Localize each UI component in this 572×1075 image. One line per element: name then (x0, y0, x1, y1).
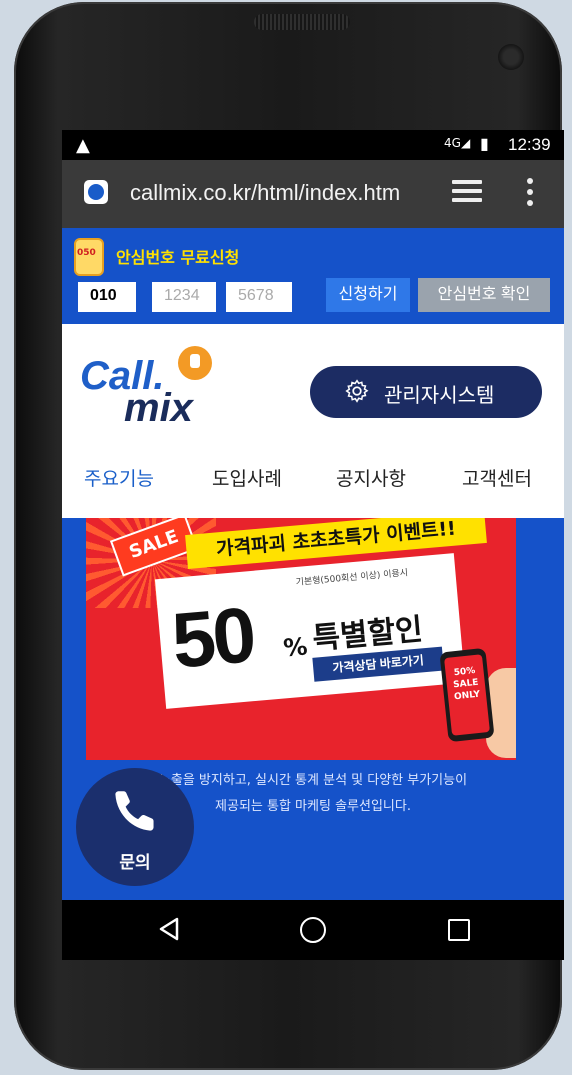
warning-icon: ▲ (76, 135, 90, 156)
screen: ▲ 4G◢ ▮ 12:39 callmix.co.kr/html/index.h… (62, 130, 564, 960)
battery-icon: ▮ (480, 134, 489, 153)
nav-item-features[interactable]: 주요기능 (84, 464, 154, 491)
admin-system-button[interactable]: 관리자시스템 (310, 366, 542, 418)
clock: 12:39 (508, 135, 551, 154)
gear-icon (345, 379, 369, 403)
safe-number-banner: 050 안심번호 무료신청 010 1234 5678 신청하기 안심번호 확인 (62, 228, 564, 324)
sale-phone-illustration: 50% SALE ONLY (439, 647, 495, 743)
apply-button[interactable]: 신청하기 (326, 278, 410, 312)
inquiry-label: 문의 (119, 853, 151, 872)
discount-number: 50 (168, 590, 257, 685)
sale-phone-text: 50% SALE ONLY (444, 654, 490, 736)
site-favicon-icon (84, 180, 108, 204)
overflow-menu-icon[interactable] (527, 178, 533, 211)
promo-banner[interactable]: SALE 가격파괴 초초초특가 이벤트!! 기본형(500회선 이상) 이용시 … (86, 518, 516, 760)
site-header: Call. mix 관리자시스템 주요기능 도입사례 공지사항 고객센터 (62, 324, 564, 518)
discount-percent: % (282, 632, 309, 663)
promo-note: 기본형(500회선 이상) 이용시 (295, 568, 409, 589)
inquiry-call-button[interactable]: 문의 (76, 768, 194, 886)
nav-item-notices[interactable]: 공지사항 (336, 464, 406, 491)
speaker-grille (254, 14, 350, 30)
recent-apps-icon[interactable] (448, 919, 470, 941)
phone-middle-field[interactable]: 1234 (152, 282, 216, 312)
phone-bubble-icon (178, 346, 212, 380)
back-icon[interactable] (156, 916, 182, 942)
discount-card: 기본형(500회선 이상) 이용시 50 % 특별할인 가격상담 바로가기 (154, 553, 466, 709)
phone-last-field[interactable]: 5678 (226, 282, 292, 312)
phone-050-icon: 050 (74, 238, 104, 276)
icon-badge: 050 (77, 248, 96, 258)
signal-icon: 4G◢ (444, 136, 471, 150)
browser-toolbar: callmix.co.kr/html/index.htm (62, 160, 564, 228)
nav-item-cases[interactable]: 도입사례 (212, 464, 282, 491)
status-bar: ▲ 4G◢ ▮ 12:39 (62, 130, 564, 160)
android-nav-bar (62, 900, 564, 960)
nav-item-support[interactable]: 고객센터 (462, 464, 532, 491)
callmix-logo[interactable]: Call. mix (80, 346, 220, 430)
home-icon[interactable] (300, 917, 326, 943)
main-nav: 주요기능 도입사례 공지사항 고객센터 (62, 458, 564, 498)
banner-title: 안심번호 무료신청 (116, 248, 240, 267)
phone-frame: ▲ 4G◢ ▮ 12:39 callmix.co.kr/html/index.h… (14, 2, 564, 1070)
tabs-icon[interactable] (452, 180, 482, 206)
address-bar[interactable]: callmix.co.kr/html/index.htm (130, 180, 430, 206)
phone-icon (115, 791, 154, 831)
logo-mix-text: mix (124, 386, 193, 430)
network-type: 4G (444, 136, 461, 150)
phone-prefix-field[interactable]: 010 (78, 282, 136, 312)
admin-system-label: 관리자시스템 (384, 385, 495, 407)
check-number-button[interactable]: 안심번호 확인 (418, 278, 550, 312)
front-camera (498, 44, 524, 70)
